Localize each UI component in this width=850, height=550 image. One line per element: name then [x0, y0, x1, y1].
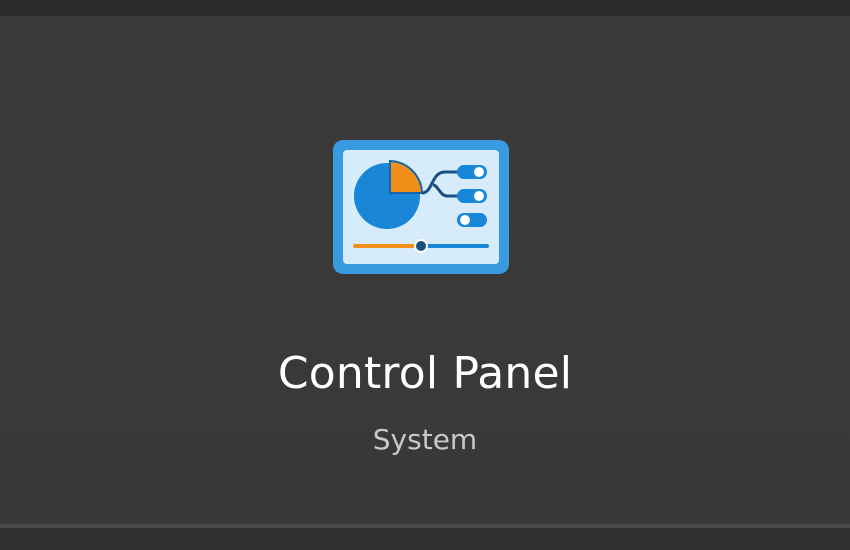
bottom-bar	[0, 528, 850, 550]
control-panel-icon	[333, 140, 509, 274]
app-title: Control Panel	[277, 348, 573, 399]
top-bar	[0, 0, 850, 16]
app-category: System	[372, 423, 478, 456]
control-panel-result[interactable]: Control Panel System	[0, 16, 850, 524]
